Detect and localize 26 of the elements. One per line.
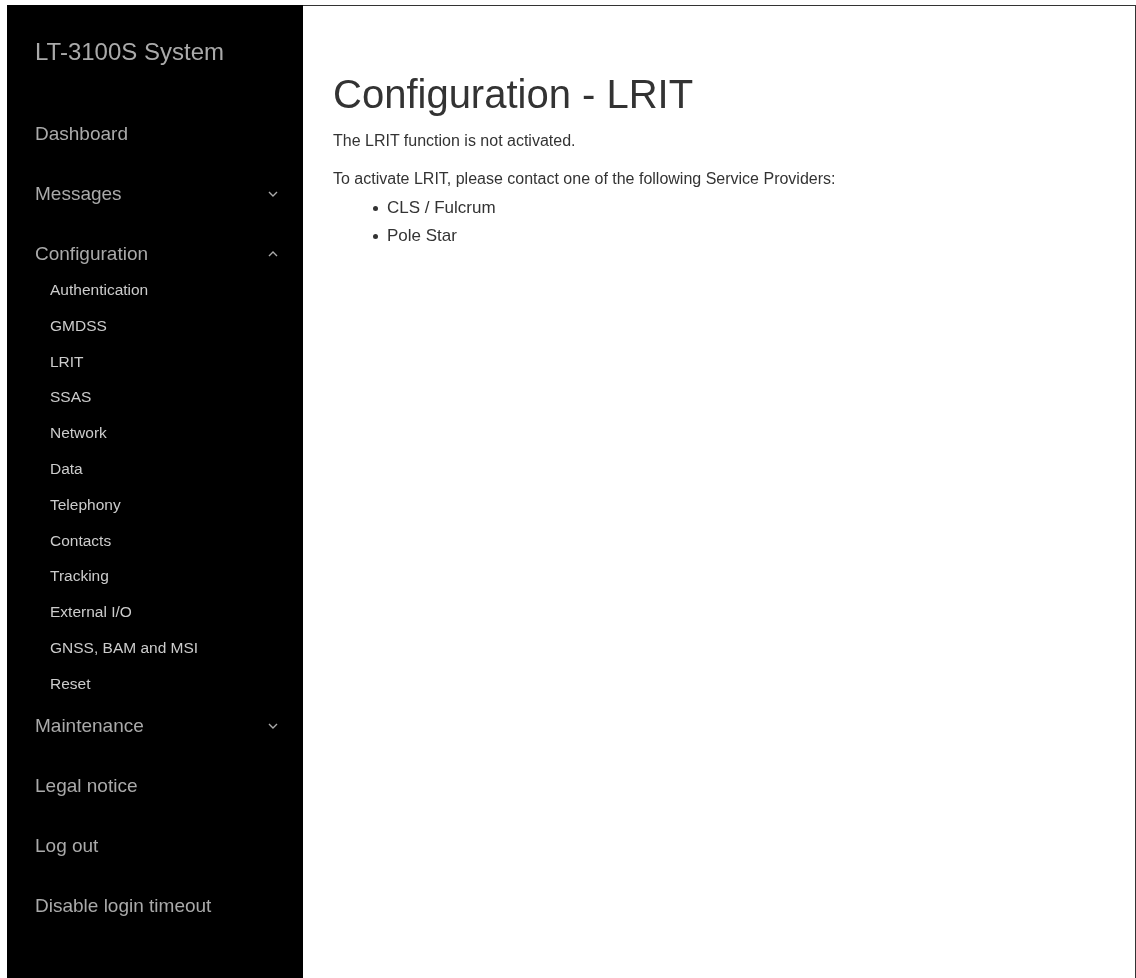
nav-item[interactable]: Disable login timeout <box>35 875 278 936</box>
nav-subitem[interactable]: GNSS, BAM and MSI <box>50 629 303 666</box>
nav-subitem[interactable]: GMDSS <box>50 307 303 344</box>
nav-subitem[interactable]: Data <box>50 451 303 487</box>
nav-subitem[interactable]: Contacts <box>50 522 303 559</box>
nav-item[interactable]: Legal notice <box>35 755 278 816</box>
provider-name: CLS / Fulcrum <box>387 198 496 218</box>
paragraph: To activate LRIT, please contact one of the following Service Providers: <box>333 170 837 188</box>
paragraph: The LRIT function is not activated. <box>333 132 577 150</box>
app-title: LT-3100S System <box>35 38 225 66</box>
nav-subitem[interactable]: Telephony <box>50 486 303 523</box>
page-heading: Configuration - LRIT <box>333 72 695 116</box>
nav-subitem[interactable]: Tracking <box>50 558 303 595</box>
bullet-icon <box>373 205 378 211</box>
chevron-up-icon <box>268 251 278 257</box>
nav-item[interactable]: Messages <box>35 164 278 224</box>
chevron-down-icon <box>268 191 278 197</box>
nav-subitem[interactable]: Network <box>50 415 303 451</box>
nav-subitem[interactable]: External I/O <box>50 594 303 630</box>
nav-item[interactable]: Dashboard <box>35 104 278 164</box>
nav-subitem[interactable]: SSAS <box>50 379 303 416</box>
nav-subitem[interactable]: LRIT <box>50 343 303 380</box>
nav-item[interactable]: Log out <box>35 815 278 876</box>
chevron-down-icon <box>268 722 278 729</box>
provider-name: Pole Star <box>387 226 457 246</box>
bullet-icon <box>373 233 378 239</box>
